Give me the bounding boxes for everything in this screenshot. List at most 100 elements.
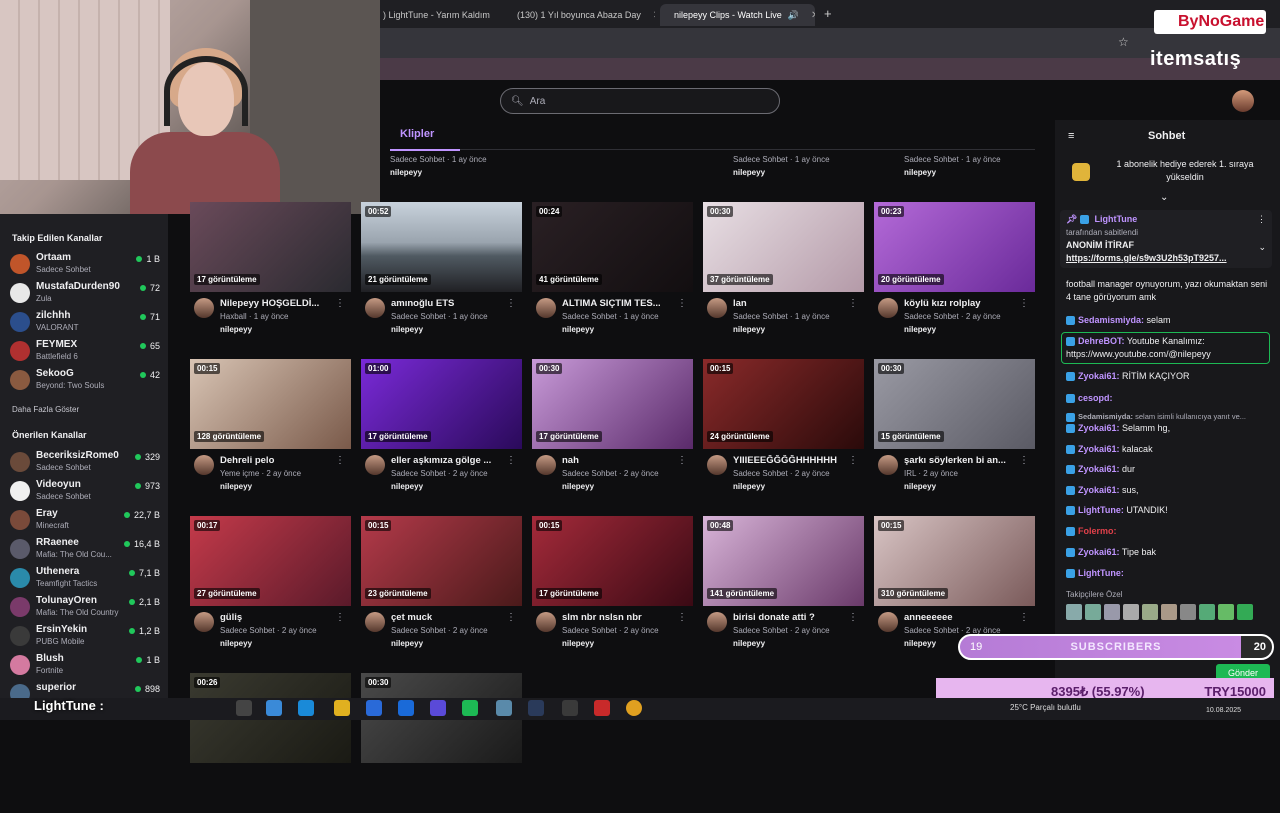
browser-tab-lighttune[interactable]: ) LightTune - Yarım Kaldım ✕ <box>375 4 503 26</box>
user-avatar[interactable] <box>1232 90 1254 112</box>
clip-title[interactable]: eller aşkımıza gölge ... <box>391 455 509 466</box>
avatar[interactable] <box>878 455 898 475</box>
more-options-icon[interactable]: ⋮ <box>335 298 345 309</box>
more-options-icon[interactable]: ⋮ <box>1019 298 1029 309</box>
clip-category[interactable]: Sadece Sohbet · 2 ay önce <box>220 626 317 635</box>
copilot-icon[interactable] <box>266 700 282 716</box>
clip-card[interactable]: 00:30 17 görüntüleme nah Sadece Sohbet · 2 … <box>532 359 693 499</box>
clip-user[interactable]: nilepeyy <box>391 325 423 334</box>
chat-username[interactable]: Zyokai61: <box>1078 423 1120 433</box>
more-options-icon[interactable]: ⋮ <box>677 455 687 466</box>
clip-user[interactable]: nilepeyy <box>733 325 765 334</box>
tab-clips[interactable]: Klipler <box>400 128 434 140</box>
chat-username[interactable]: LightTune: <box>1078 568 1124 578</box>
clip-card[interactable]: 17 görüntüleme Nilepeyy HOŞGELDİ... Haxbal… <box>190 202 351 342</box>
clip-card[interactable]: 01:00 17 görüntüleme eller aşkımıza gölge … <box>361 359 522 499</box>
clip-card[interactable]: 00:17 27 görüntüleme güliş Sadece Sohbet · … <box>190 516 351 656</box>
avatar[interactable] <box>707 612 727 632</box>
task-view-icon[interactable] <box>236 700 252 716</box>
show-more-link[interactable]: Daha Fazla Göster <box>12 405 79 414</box>
clip-title[interactable]: şarkı söylerken bi an... <box>904 455 1022 466</box>
pinned-message[interactable]: 📌︎ LightTune tarafından sabitlendi ANONİ… <box>1060 210 1272 268</box>
clip-category[interactable]: Sadece Sohbet · 1 ay önce <box>733 312 830 321</box>
expand-icon[interactable]: ⌄ <box>1258 242 1266 253</box>
obs-icon[interactable] <box>562 700 578 716</box>
clip-category[interactable]: Yeme içme · 2 ay önce <box>220 469 301 478</box>
clip-title[interactable]: birisi donate atti ? <box>733 612 851 623</box>
browser-tab-youtube[interactable]: (130) 1 Yıl boyunca Abaza Day ✕ <box>503 4 655 26</box>
avatar[interactable] <box>878 298 898 318</box>
spotify-icon[interactable] <box>462 700 478 716</box>
avatar[interactable] <box>536 612 556 632</box>
clip-card[interactable]: 00:24 41 görüntüleme ALTIMA SIÇTIM TES... S… <box>532 202 693 342</box>
clip-card[interactable]: 00:23 20 görüntüleme köylü kızı rolplay Sad… <box>874 202 1035 342</box>
outlook-icon[interactable] <box>398 700 414 716</box>
sidebar-channel[interactable]: BeceriksizRome0 Sadece Sohbet 329 <box>10 448 162 476</box>
emote-row[interactable] <box>1066 604 1271 622</box>
clip-category[interactable]: Sadece Sohbet · 2 ay önce <box>391 626 488 635</box>
clip-card[interactable]: 00:26 <box>190 673 351 813</box>
clip-user[interactable]: nilepeyy <box>220 482 252 491</box>
more-options-icon[interactable]: ⋮ <box>506 612 516 623</box>
clip-card[interactable]: 00:15 23 görüntüleme çet muck Sadece Sohbet… <box>361 516 522 656</box>
more-options-icon[interactable]: ⋮ <box>335 455 345 466</box>
more-options-icon[interactable]: ⋮ <box>848 612 858 623</box>
more-options-icon[interactable]: ⋮ <box>1019 612 1029 623</box>
clip-category[interactable]: IRL · 2 ay önce <box>904 469 958 478</box>
clip-user[interactable]: nilepeyy <box>904 325 936 334</box>
clip-user[interactable]: nilepeyy <box>562 482 594 491</box>
chrome-icon[interactable] <box>626 700 642 716</box>
clip-card[interactable]: 00:30 <box>361 673 522 813</box>
clip-title[interactable]: Dehreli pelo <box>220 455 338 466</box>
chat-username[interactable]: Folermo: <box>1078 526 1117 536</box>
chat-username[interactable]: cesopd: <box>1078 393 1113 403</box>
more-options-icon[interactable]: ⋮ <box>677 612 687 623</box>
sidebar-channel[interactable]: ErsinYekin PUBG Mobile 1,2 B <box>10 622 162 650</box>
clip-category[interactable]: Sadece Sohbet · 1 ay önce <box>562 312 659 321</box>
clip-card[interactable]: 00:15 24 görüntüleme YIIIEEEĞĞĞĞHHHHHH Sade… <box>703 359 864 499</box>
file-explorer-icon[interactable] <box>334 700 350 716</box>
chat-username[interactable]: Zyokai61: <box>1078 485 1120 495</box>
clip-title[interactable]: lan <box>733 298 851 309</box>
edge-icon[interactable] <box>298 700 314 716</box>
more-options-icon[interactable]: ⋮ <box>848 455 858 466</box>
pinned-link[interactable]: https://forms.gle/s9w3U2h53pT9257... <box>1066 253 1246 263</box>
chat-username[interactable]: LightTune: <box>1078 505 1124 515</box>
store-icon[interactable] <box>366 700 382 716</box>
more-options-icon[interactable]: ⋮ <box>677 298 687 309</box>
clip-user[interactable]: nilepeyy <box>562 639 594 648</box>
chat-username[interactable]: Zyokai61: <box>1078 371 1120 381</box>
app-icon[interactable] <box>594 700 610 716</box>
clip-user[interactable]: nilepeyy <box>733 639 765 648</box>
chevron-down-icon[interactable]: ⌄ <box>1160 192 1168 203</box>
browser-tab-kick[interactable]: nilepeyy Clips - Watch Live 🔊 ✕ <box>660 4 815 26</box>
avatar[interactable] <box>194 298 214 318</box>
clip-title[interactable]: amınoğlu ETS <box>391 298 509 309</box>
avatar[interactable] <box>365 298 385 318</box>
clip-user[interactable]: nilepeyy <box>904 639 936 648</box>
clip-user[interactable]: nilepeyy <box>562 325 594 334</box>
clip-title[interactable]: Nilepeyy HOŞGELDİ... <box>220 298 338 309</box>
close-icon[interactable]: ✕ <box>653 10 655 21</box>
chat-username[interactable]: DehreBOT: <box>1078 336 1125 346</box>
sidebar-channel[interactable]: TolunayOren Mafia: The Old Country 2,1 B <box>10 593 162 621</box>
sidebar-channel[interactable]: Eray Minecraft 22,7 B <box>10 506 162 534</box>
clip-card[interactable]: 00:30 37 görüntüleme lan Sadece Sohbet · 1 … <box>703 202 864 342</box>
avatar[interactable] <box>878 612 898 632</box>
clip-category[interactable]: Sadece Sohbet · 2 ay önce <box>733 469 830 478</box>
clip-category[interactable]: Sadece Sohbet · 2 ay önce <box>733 626 830 635</box>
star-icon[interactable]: ☆ <box>1118 35 1129 49</box>
more-options-icon[interactable]: ⋮ <box>1019 455 1029 466</box>
clip-user[interactable]: nilepeyy <box>904 482 936 491</box>
avatar[interactable] <box>707 298 727 318</box>
clip-user[interactable]: nilepeyy <box>391 482 423 491</box>
clip-category[interactable]: Sadece Sohbet · 2 ay önce <box>562 626 659 635</box>
clip-user[interactable]: nilepeyy <box>733 482 765 491</box>
avatar[interactable] <box>194 455 214 475</box>
clip-card[interactable]: 00:52 21 görüntüleme amınoğlu ETS Sadece So… <box>361 202 522 342</box>
avatar[interactable] <box>707 455 727 475</box>
avatar[interactable] <box>536 455 556 475</box>
new-tab-button[interactable]: + <box>824 6 832 21</box>
sidebar-channel[interactable]: Videoyun Sadece Sohbet 973 <box>10 477 162 505</box>
collapse-icon[interactable]: ≡ <box>1068 130 1074 142</box>
